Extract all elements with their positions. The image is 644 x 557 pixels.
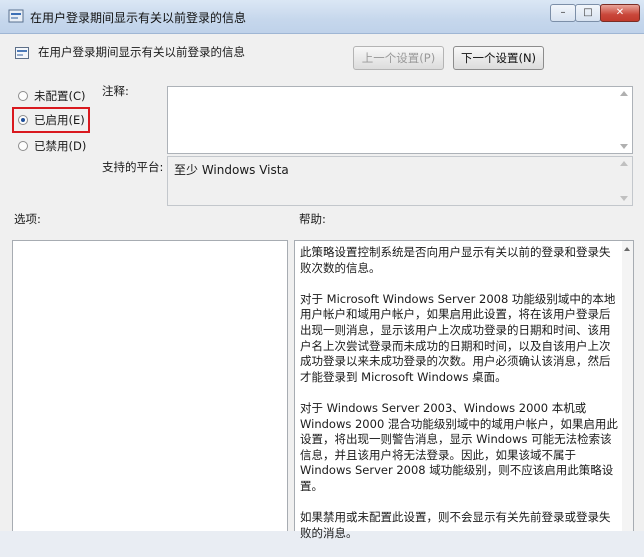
radio-disabled[interactable]: 已禁用(D) — [18, 138, 108, 156]
help-label: 帮助: — [299, 212, 326, 226]
scroll-up-arrow-icon[interactable] — [624, 247, 630, 251]
comment-label: 注释: — [102, 84, 129, 98]
previous-setting-button[interactable]: 上一个设置(P) — [353, 46, 444, 70]
window-title: 在用户登录期间显示有关以前登录的信息 — [30, 11, 247, 25]
help-scrollbar[interactable] — [622, 241, 633, 531]
options-label: 选项: — [14, 212, 41, 226]
supported-platform-value: 至少 Windows Vista — [174, 163, 289, 177]
policy-settings-icon — [8, 9, 24, 23]
help-paragraph: 此策略设置控制系统是否向用户显示有关以前的登录和登录失败次数的信息。 — [300, 245, 611, 275]
supported-platform-label: 支持的平台: — [102, 160, 164, 174]
radio-label: 已禁用(D) — [34, 139, 87, 153]
scroll-up-arrow-icon[interactable] — [620, 91, 628, 96]
radio-label: 未配置(C) — [34, 89, 86, 103]
help-text: 此策略设置控制系统是否向用户显示有关以前的登录和登录失败次数的信息。 对于 Mi… — [300, 245, 621, 557]
options-pane — [12, 240, 288, 531]
help-paragraph: 对于 Microsoft Windows Server 2008 功能级别域中的… — [300, 291, 616, 384]
next-setting-button[interactable]: 下一个设置(N) — [453, 46, 544, 70]
help-paragraph: 如果禁用或未配置此设置，则不会显示有关先前登录或登录失败的消息。 — [300, 510, 611, 540]
policy-settings-icon — [15, 47, 29, 59]
radio-circle[interactable] — [18, 141, 28, 151]
maximize-button[interactable]: □ — [575, 4, 601, 22]
platform-scrollbar[interactable] — [617, 157, 632, 205]
help-paragraph: 对于 Windows Server 2003、Windows 2000 本机或 … — [300, 400, 618, 493]
scroll-down-arrow-icon[interactable] — [620, 144, 628, 149]
scroll-down-arrow-icon[interactable] — [620, 196, 628, 201]
radio-circle[interactable] — [18, 91, 28, 101]
close-button[interactable]: ✕ — [600, 4, 640, 22]
minimize-button[interactable]: – — [550, 4, 576, 22]
scroll-up-arrow-icon[interactable] — [620, 161, 628, 166]
radio-not-configured[interactable]: 未配置(C) — [18, 88, 108, 106]
annotation-highlight-box — [12, 107, 90, 133]
comment-textarea[interactable] — [167, 86, 633, 154]
setting-title: 在用户登录期间显示有关以前登录的信息 — [38, 45, 245, 59]
comment-scrollbar[interactable] — [617, 87, 632, 153]
